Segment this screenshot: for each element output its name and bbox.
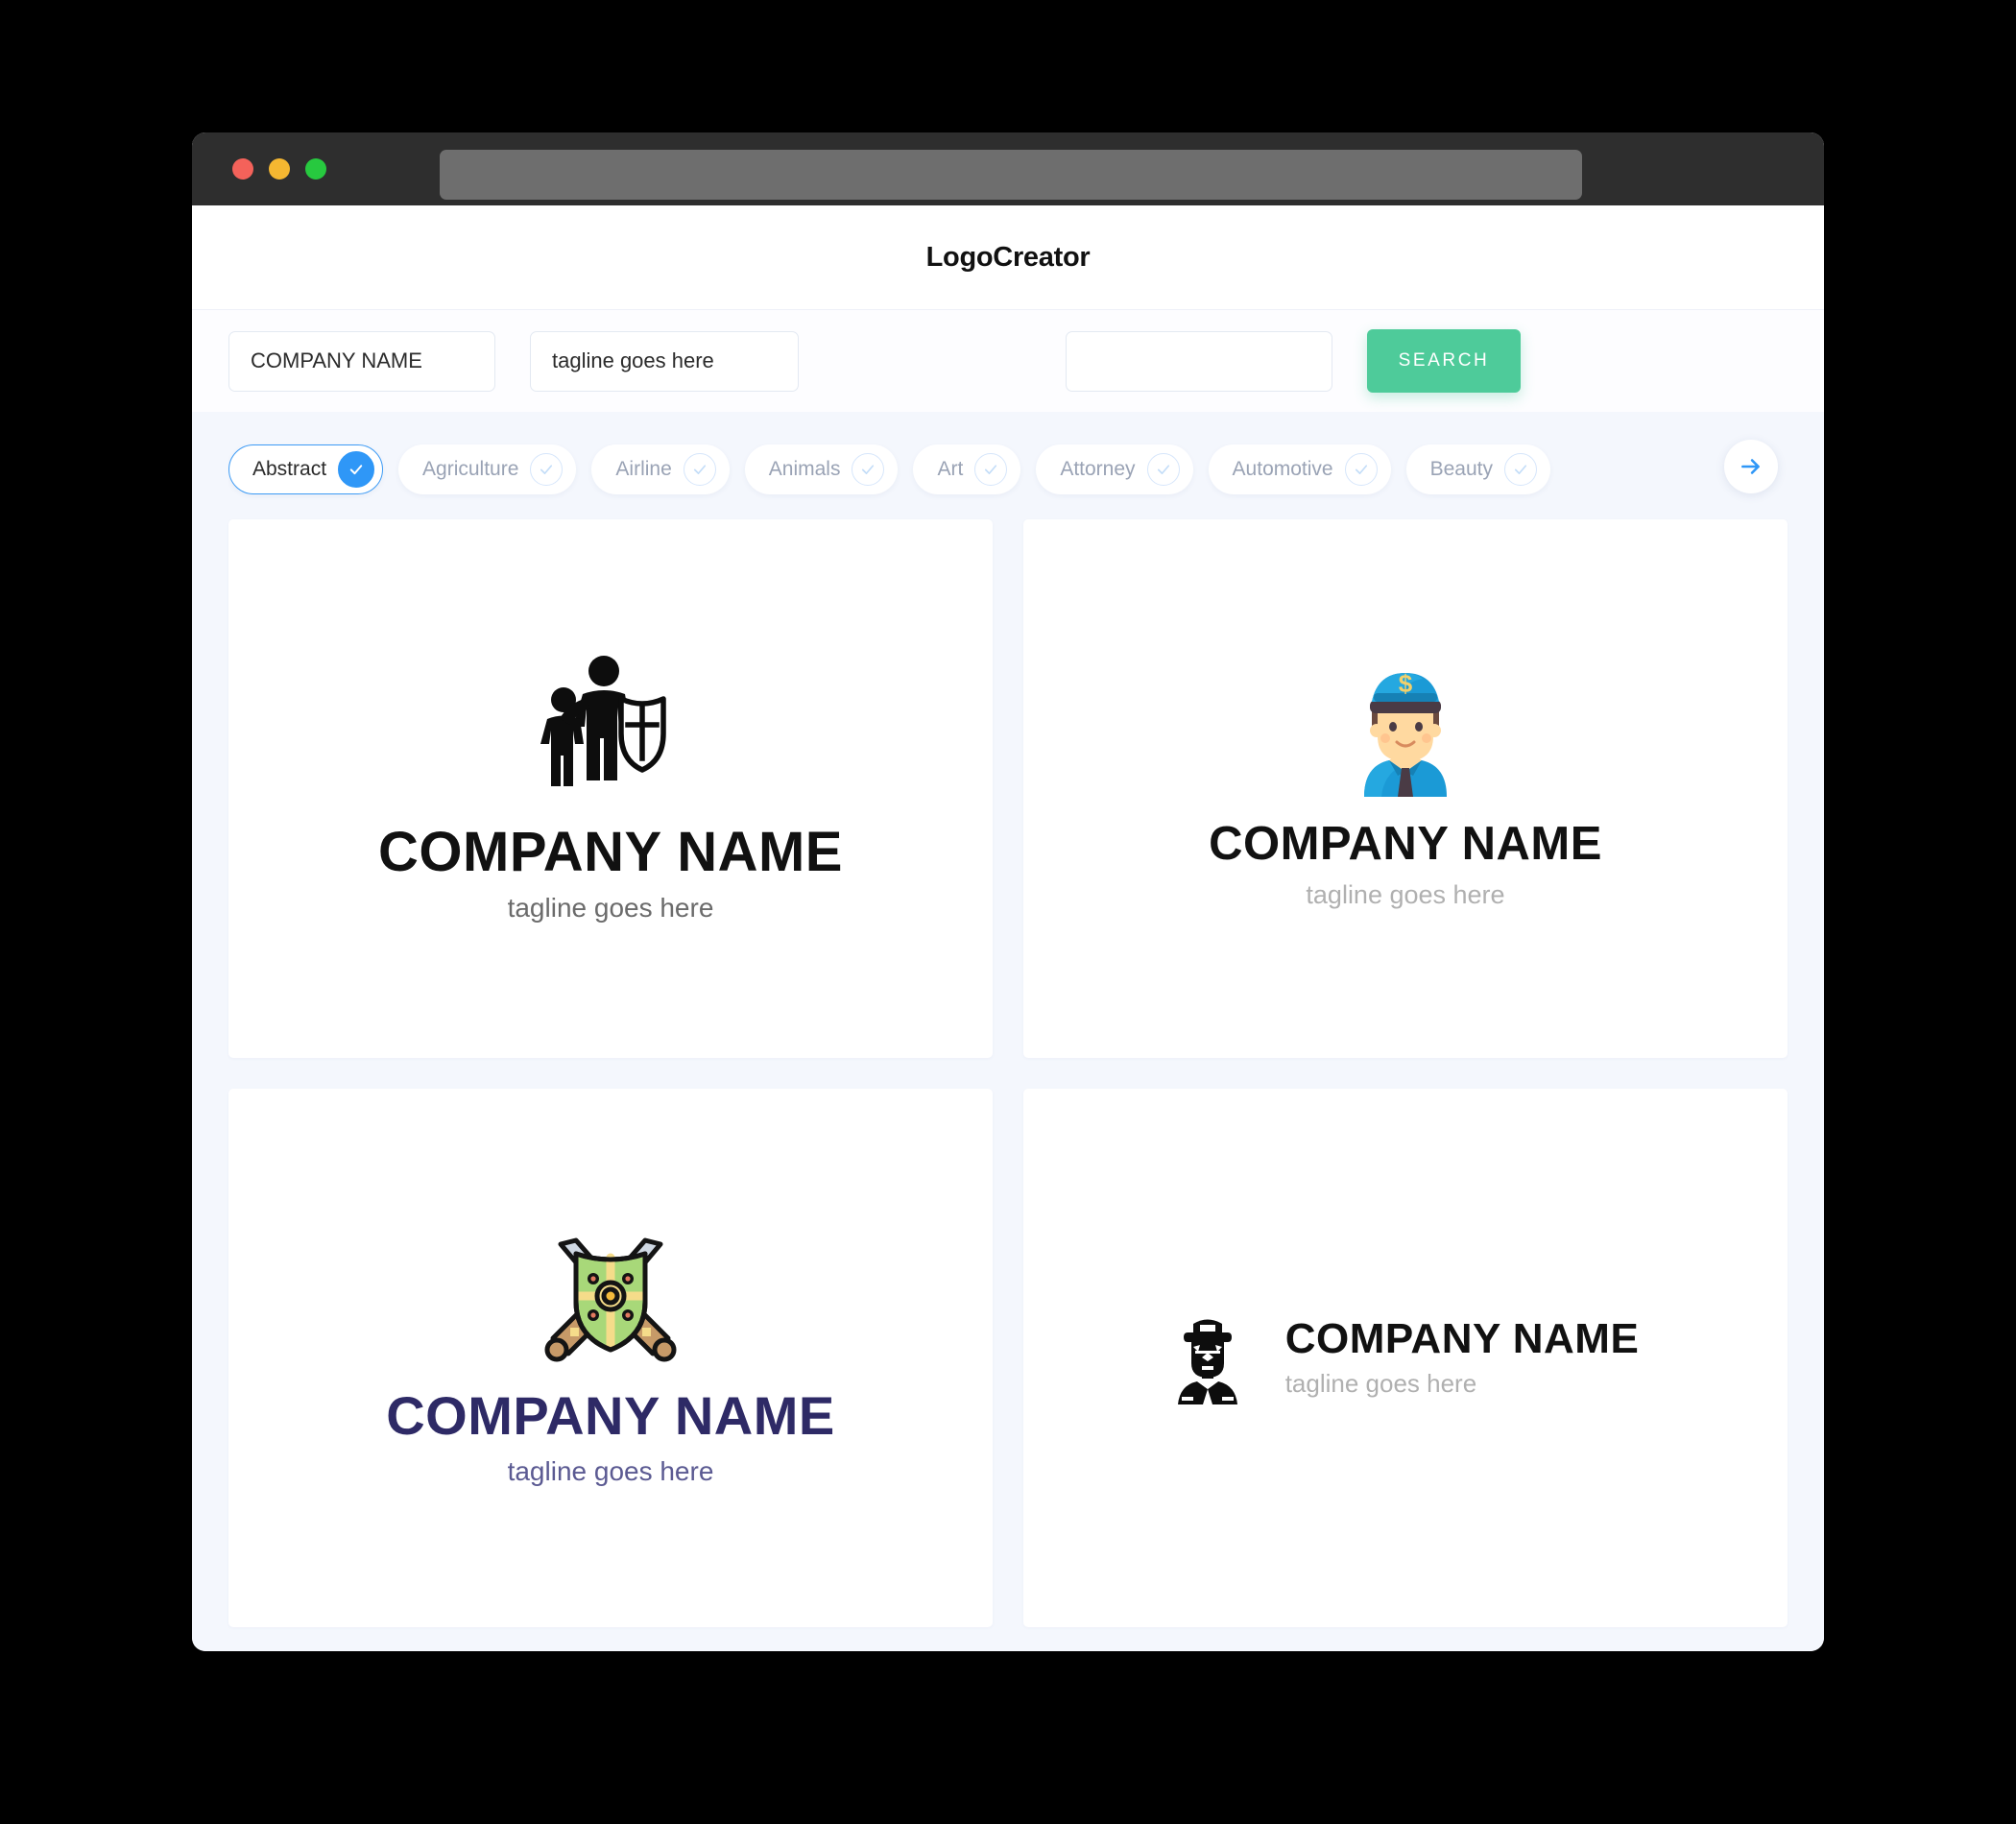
check-outline-icon [852, 453, 885, 486]
category-chip-label: Airline [615, 458, 672, 480]
logo-text-block: COMPANY NAME tagline goes here [1209, 797, 1602, 910]
category-chip-automotive[interactable]: Automotive [1208, 444, 1391, 494]
logo-card[interactable]: COMPANY NAME tagline goes here [1023, 1089, 1788, 1627]
category-chip-label: Art [937, 458, 964, 480]
browser-title-bar [192, 132, 1824, 205]
category-chip-attorney[interactable]: Attorney [1036, 444, 1193, 494]
check-outline-icon [1344, 453, 1378, 486]
logo-company-name: COMPANY NAME [1284, 1314, 1640, 1362]
officer-silhouette-icon [1172, 1312, 1243, 1404]
category-chip-art[interactable]: Art [913, 444, 1021, 494]
crossed-swords-shield-icon [543, 1229, 678, 1363]
search-button[interactable]: SEARCH [1367, 329, 1521, 393]
category-chip-abstract[interactable]: Abstract [228, 444, 384, 494]
logo-text-block: COMPANY NAME tagline goes here [386, 1363, 835, 1487]
logo-company-name: COMPANY NAME [386, 1385, 835, 1447]
logo-tagline: tagline goes here [507, 893, 714, 924]
logo-card[interactable]: COMPANY NAME tagline goes here [228, 1089, 993, 1627]
svg-text:$: $ [1399, 669, 1413, 698]
logo-tagline: tagline goes here [1284, 1369, 1477, 1399]
police-officer-dollar-cap-icon: $ [1343, 667, 1468, 797]
category-chip-animals[interactable]: Animals [744, 444, 899, 494]
category-chip-label: Beauty [1429, 458, 1493, 480]
guardian-shield-cross-icon [539, 654, 683, 803]
minimize-window-icon[interactable] [269, 158, 290, 180]
category-chip-label: Attorney [1060, 458, 1136, 480]
tagline-input[interactable] [530, 330, 799, 392]
category-chip-agriculture[interactable]: Agriculture [398, 444, 577, 494]
screen: LogoCreator SEARCH Abstract Agriculture Ai… [0, 0, 2016, 1824]
category-chip-label: Animals [768, 458, 841, 480]
logo-text-block: COMPANY NAME tagline goes here [378, 803, 843, 924]
search-toolbar: SEARCH [192, 309, 1824, 412]
logo-results-grid: COMPANY NAME tagline goes here $ COMPANY… [228, 519, 1788, 1627]
logo-company-name: COMPANY NAME [378, 820, 843, 883]
app-title: LogoCreator [925, 241, 1091, 273]
check-filled-icon [338, 451, 375, 488]
check-outline-icon [530, 453, 564, 486]
check-outline-icon [1504, 453, 1537, 486]
check-outline-icon [1146, 453, 1180, 486]
category-chip-label: Abstract [252, 458, 327, 480]
check-outline-icon [683, 453, 716, 486]
app-header: LogoCreator [192, 205, 1824, 309]
company-name-input[interactable] [228, 330, 495, 392]
logo-company-name: COMPANY NAME [1209, 817, 1602, 870]
categories-next-button[interactable] [1724, 440, 1778, 493]
check-outline-icon [974, 453, 1008, 486]
arrow-right-icon [1741, 459, 1760, 474]
category-chip-airline[interactable]: Airline [591, 444, 730, 494]
category-chip-beauty[interactable]: Beauty [1405, 444, 1550, 494]
browser-window: LogoCreator SEARCH Abstract Agriculture Ai… [192, 132, 1824, 1651]
category-chip-label: Agriculture [422, 458, 519, 480]
keyword-input[interactable] [1066, 330, 1332, 392]
logo-tagline: tagline goes here [1306, 880, 1505, 910]
logo-card[interactable]: $ COMPANY NAME tagline goes here [1023, 519, 1788, 1058]
category-filter-row: Abstract Agriculture Airline Animals Art Atto… [228, 412, 1788, 504]
content-area: Abstract Agriculture Airline Animals Art Atto… [192, 412, 1824, 1651]
category-chip-label: Automotive [1232, 458, 1333, 480]
browser-url-bar[interactable] [440, 150, 1582, 200]
close-window-icon[interactable] [232, 158, 253, 180]
maximize-window-icon[interactable] [305, 158, 326, 180]
traffic-light-group [232, 158, 326, 180]
logo-tagline: tagline goes here [507, 1455, 714, 1486]
logo-card[interactable]: COMPANY NAME tagline goes here [228, 519, 993, 1058]
logo-text-block: COMPANY NAME tagline goes here [1284, 1314, 1640, 1399]
